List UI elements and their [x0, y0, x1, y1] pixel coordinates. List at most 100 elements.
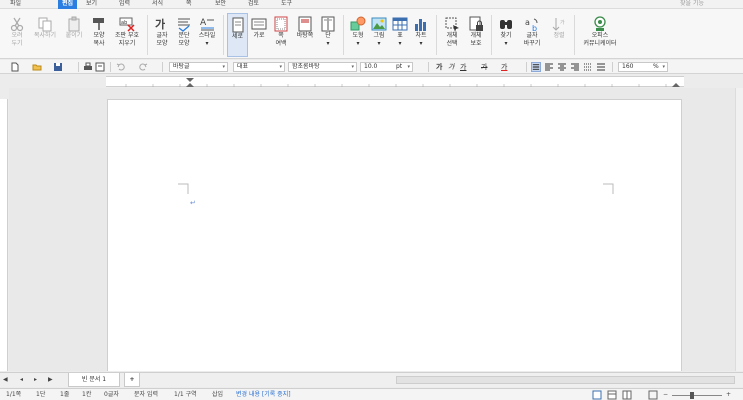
find-button[interactable]: 찾기 ▾ — [496, 13, 516, 57]
zoom-in-icon[interactable]: + — [726, 390, 731, 400]
new-document-icon[interactable] — [10, 62, 20, 72]
font-size-combo[interactable]: 10.0 pt ▾ — [360, 62, 413, 72]
portrait-label: 세로 — [231, 33, 244, 40]
document-tab[interactable]: 빈 문서 1 — [68, 373, 120, 387]
communicator-button[interactable]: 오피스 커뮤니케이터 — [578, 13, 622, 57]
tab-nav-prev-icon[interactable]: ◂ — [20, 375, 23, 385]
shapes-button[interactable]: 도형 ▾ — [348, 13, 368, 57]
zoom-out-icon[interactable]: − — [663, 390, 668, 400]
replace-button[interactable]: ab 글자 바꾸기 — [518, 13, 546, 57]
horizontal-scrollbar[interactable] — [396, 376, 735, 384]
font-color-button[interactable]: 가 — [501, 62, 507, 72]
object-select-label-2: 선택 — [446, 40, 458, 47]
clear-marks-button[interactable]: ab 조판 부호 지우기 — [112, 13, 142, 57]
tab-nav-next-icon[interactable]: ▸ — [34, 375, 37, 385]
menu-insert[interactable]: 입력 — [119, 0, 130, 9]
find-dropdown-arrow: ▾ — [504, 40, 508, 47]
master-page-label: 바탕쪽 — [296, 32, 314, 39]
document-page[interactable]: ↵ — [107, 99, 682, 371]
bold-button[interactable]: 가 — [436, 62, 442, 72]
menu-file[interactable]: 파일 — [10, 0, 21, 9]
style-combo[interactable]: 바탕글 ▾ — [169, 62, 228, 72]
zoom-fit-icon[interactable] — [648, 390, 658, 400]
picture-icon — [371, 17, 387, 31]
undo-icon[interactable] — [116, 62, 126, 72]
toolbar-separator — [612, 62, 613, 72]
align-left-icon[interactable] — [544, 62, 554, 72]
strikethrough-button[interactable]: 가 — [481, 62, 487, 72]
view-two-page-icon[interactable] — [622, 390, 632, 400]
align-right-icon[interactable] — [570, 62, 580, 72]
style-label: 스타일 — [198, 32, 216, 39]
vertical-ruler[interactable] — [0, 99, 8, 371]
menu-review[interactable]: 검토 — [248, 0, 259, 9]
object-select-label-1: 개체 — [446, 32, 458, 39]
zoom-slider-track[interactable] — [672, 395, 722, 396]
object-protect-button[interactable]: 개체 보호 — [465, 13, 487, 57]
tab-nav-first-icon[interactable]: ◀ — [3, 375, 8, 385]
portrait-button[interactable]: 세로 — [227, 13, 248, 57]
split-align-icon[interactable] — [596, 62, 606, 72]
menu-edit[interactable]: 편집 — [58, 0, 78, 9]
char-shape-icon: 가 — [155, 17, 165, 31]
paste-button[interactable]: 붙이기 — [62, 13, 86, 57]
font-size-unit: pt — [396, 63, 403, 70]
menu-view[interactable]: 보기 — [86, 0, 97, 9]
italic-button[interactable]: 가 — [448, 62, 454, 72]
copy-button[interactable]: 복사하기 — [31, 13, 59, 57]
zoom-value: 160 — [622, 63, 634, 70]
format-painter-button[interactable]: 모양 복사 — [88, 13, 110, 57]
cut-button[interactable]: 오려 두기 — [6, 13, 28, 57]
status-section: 1/1 구역 — [174, 391, 197, 398]
distribute-icon[interactable] — [583, 62, 593, 72]
vertical-scrollbar[interactable] — [735, 88, 743, 371]
view-normal-icon[interactable] — [592, 390, 602, 400]
status-insert[interactable]: 삽입 — [212, 390, 223, 400]
sort-button[interactable]: 가 정렬 — [549, 13, 569, 57]
cut-label-1: 오려 — [11, 32, 23, 39]
menu-tools[interactable]: 도구 — [281, 0, 292, 9]
zoom-combo[interactable]: 160% ▾ — [618, 62, 668, 72]
paragraph-mark-icon: ↵ — [190, 199, 196, 207]
status-track-changes[interactable]: 변경 내용 [기록 중지] — [236, 390, 291, 400]
menu-format[interactable]: 서식 — [152, 0, 163, 9]
master-page-button[interactable]: 바탕쪽 — [293, 13, 317, 57]
table-button[interactable]: 표 ▾ — [390, 13, 410, 57]
save-icon[interactable] — [53, 62, 63, 72]
ribbon-separator — [574, 15, 575, 55]
language-combo[interactable]: 대표 ▾ — [233, 62, 285, 72]
ribbon: 오려 두기 복사하기 붙이기 모양 복사 ab 조판 부호 지우기 가 글자 모… — [0, 9, 743, 59]
columns-button[interactable]: 단 ▾ — [318, 13, 338, 57]
font-combo[interactable]: 함초롬바탕 ▾ — [288, 62, 357, 72]
menu-page[interactable]: 쪽 — [186, 0, 192, 9]
landscape-label: 가로 — [253, 32, 265, 39]
menu-bar: 파일 편집 보기 입력 서식 쪽 보안 검토 도구 찾을 기능 — [0, 0, 743, 9]
object-select-button[interactable]: 개체 선택 — [441, 13, 463, 57]
print-preview-icon[interactable] — [95, 62, 105, 72]
add-tab-button[interactable]: + — [124, 373, 140, 387]
align-justify-icon[interactable] — [531, 62, 541, 72]
open-folder-icon[interactable] — [32, 62, 42, 72]
style-button[interactable]: A 스타일 ▾ — [195, 13, 219, 57]
horizontal-ruler[interactable] — [106, 76, 684, 87]
align-center-icon[interactable] — [557, 62, 567, 72]
paragraph-shape-button[interactable]: 문단 모양 — [173, 13, 195, 57]
view-web-icon[interactable] — [607, 390, 617, 400]
underline-button[interactable]: 가 — [460, 62, 466, 72]
landscape-button[interactable]: 가로 — [249, 13, 269, 57]
svg-text:A: A — [200, 18, 207, 28]
zoom-slider-thumb[interactable] — [690, 392, 694, 399]
char-shape-button[interactable]: 가 글자 모양 — [151, 13, 173, 57]
redo-icon[interactable] — [138, 62, 148, 72]
picture-button[interactable]: 그림 ▾ — [369, 13, 389, 57]
svg-text:a: a — [525, 18, 530, 27]
chart-button[interactable]: 차트 ▾ — [411, 13, 431, 57]
language-combo-arrow: ▾ — [279, 64, 282, 70]
zoom-unit: % — [653, 63, 659, 70]
tab-nav-last-icon[interactable]: ▶ — [48, 375, 53, 385]
object-select-icon — [445, 17, 459, 32]
page-margin-button[interactable]: 쪽 여백 — [270, 13, 292, 57]
menu-security[interactable]: 보안 — [215, 0, 226, 9]
print-icon[interactable] — [83, 62, 93, 72]
feature-search-text[interactable]: 찾을 기능 — [680, 0, 704, 9]
